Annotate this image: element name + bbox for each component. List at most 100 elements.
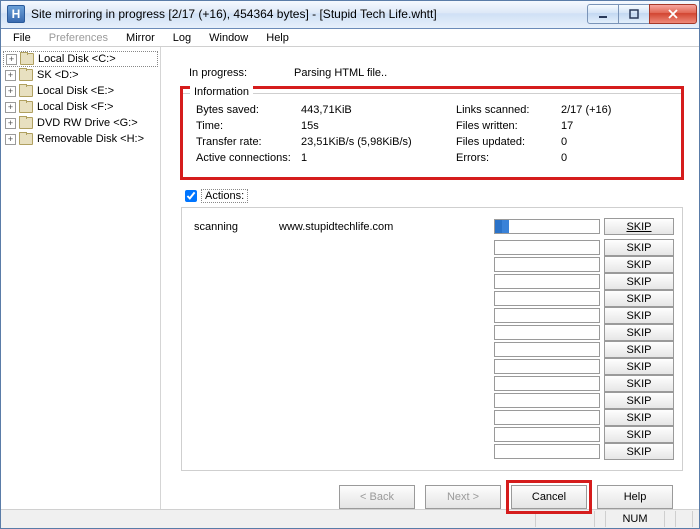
transfer-slot: SKIP — [194, 341, 674, 358]
next-button[interactable]: Next > — [425, 485, 501, 509]
progress-bar — [494, 240, 600, 255]
skip-button[interactable]: SKIP — [604, 218, 674, 235]
progress-bar — [494, 410, 600, 425]
in-progress-value: Parsing HTML file.. — [294, 67, 387, 79]
statusbar: NUM — [1, 509, 699, 528]
skip-button[interactable]: SKIP — [604, 256, 674, 273]
skip-button[interactable]: SKIP — [604, 409, 674, 426]
transfer-rate-value: 23,51KiB/s (5,98KiB/s) — [301, 136, 456, 148]
skip-button[interactable]: SKIP — [604, 290, 674, 307]
cancel-button[interactable]: Cancel — [511, 485, 587, 509]
help-button[interactable]: Help — [597, 485, 673, 509]
transfers-panel: scanning www.stupidtechlife.com SKIP SKI… — [181, 207, 683, 471]
folder-icon — [19, 101, 33, 113]
transfer-url: www.stupidtechlife.com — [279, 221, 494, 233]
actions-checkbox[interactable] — [185, 190, 197, 202]
window-title: Site mirroring in progress [2/17 (+16), … — [31, 7, 588, 21]
window-controls — [588, 4, 697, 24]
skip-button[interactable]: SKIP — [604, 392, 674, 409]
errors-value: 0 — [561, 152, 621, 164]
menu-help[interactable]: Help — [258, 30, 297, 46]
transfer-slot: SKIP — [194, 256, 674, 273]
tree-item-c[interactable]: + Local Disk <C:> — [3, 51, 158, 67]
tree-item-g[interactable]: + DVD RW Drive <G:> — [3, 115, 158, 131]
back-button[interactable]: < Back — [339, 485, 415, 509]
expand-icon[interactable]: + — [5, 86, 16, 97]
maximize-button[interactable] — [618, 4, 650, 24]
skip-button[interactable]: SKIP — [604, 358, 674, 375]
expand-icon[interactable]: + — [6, 54, 17, 65]
in-progress-row: In progress: Parsing HTML file.. — [189, 67, 683, 79]
information-legend: Information — [190, 86, 253, 98]
folder-icon — [19, 69, 33, 81]
progress-bar — [494, 427, 600, 442]
links-scanned-value: 2/17 (+16) — [561, 104, 621, 116]
transfer-rate-label: Transfer rate: — [196, 136, 301, 148]
transfer-slot: SKIP — [194, 375, 674, 392]
transfer-slot: SKIP — [194, 239, 674, 256]
skip-button[interactable]: SKIP — [604, 426, 674, 443]
active-connections-label: Active connections: — [196, 152, 301, 164]
bytes-saved-value: 443,71KiB — [301, 104, 456, 116]
tree-label: Local Disk <C:> — [38, 53, 116, 65]
folder-icon — [19, 85, 33, 97]
in-progress-label: In progress: — [189, 67, 294, 79]
main-area: + Local Disk <C:> + SK <D:> + Local Disk… — [1, 47, 699, 509]
progress-bar — [494, 444, 600, 459]
expand-icon[interactable]: + — [5, 102, 16, 113]
skip-button[interactable]: SKIP — [604, 307, 674, 324]
titlebar: H Site mirroring in progress [2/17 (+16)… — [1, 1, 699, 29]
tree-item-f[interactable]: + Local Disk <F:> — [3, 99, 158, 115]
transfer-slot: SKIP — [194, 426, 674, 443]
progress-bar — [494, 291, 600, 306]
progress-bar — [494, 308, 600, 323]
menu-mirror[interactable]: Mirror — [118, 30, 163, 46]
menu-preferences[interactable]: Preferences — [41, 30, 116, 46]
tree-item-h[interactable]: + Removable Disk <H:> — [3, 131, 158, 147]
minimize-button[interactable] — [587, 4, 619, 24]
skip-button[interactable]: SKIP — [604, 341, 674, 358]
transfer-slot: SKIP — [194, 409, 674, 426]
bytes-saved-label: Bytes saved: — [196, 104, 301, 116]
time-value: 15s — [301, 120, 456, 132]
progress-bar — [494, 393, 600, 408]
skip-button[interactable]: SKIP — [604, 443, 674, 460]
app-window: H Site mirroring in progress [2/17 (+16)… — [0, 0, 700, 529]
drive-tree: + Local Disk <C:> + SK <D:> + Local Disk… — [1, 47, 161, 509]
progress-bar — [494, 342, 600, 357]
tree-label: DVD RW Drive <G:> — [37, 117, 138, 129]
transfer-slot: SKIP — [194, 443, 674, 460]
information-group: Information Bytes saved: 443,71KiB Links… — [181, 93, 683, 179]
files-written-value: 17 — [561, 120, 621, 132]
tree-label: Local Disk <F:> — [37, 101, 113, 113]
transfer-slot: SKIP — [194, 324, 674, 341]
transfer-slot: SKIP — [194, 290, 674, 307]
transfer-slot: SKIP — [194, 273, 674, 290]
skip-button[interactable]: SKIP — [604, 273, 674, 290]
time-label: Time: — [196, 120, 301, 132]
menu-log[interactable]: Log — [165, 30, 199, 46]
transfer-slot: SKIP — [194, 307, 674, 324]
expand-icon[interactable]: + — [5, 70, 16, 81]
links-scanned-label: Links scanned: — [456, 104, 561, 116]
tree-item-e[interactable]: + Local Disk <E:> — [3, 83, 158, 99]
expand-icon[interactable]: + — [5, 118, 16, 129]
files-updated-value: 0 — [561, 136, 621, 148]
status-grip — [675, 511, 693, 527]
active-connections-value: 1 — [301, 152, 456, 164]
close-button[interactable] — [649, 4, 697, 24]
menu-file[interactable]: File — [5, 30, 39, 46]
expand-icon[interactable]: + — [5, 134, 16, 145]
tree-item-d[interactable]: + SK <D:> — [3, 67, 158, 83]
skip-button[interactable]: SKIP — [604, 239, 674, 256]
files-updated-label: Files updated: — [456, 136, 561, 148]
files-written-label: Files written: — [456, 120, 561, 132]
folder-icon — [19, 133, 33, 145]
transfer-slot: SKIP — [194, 358, 674, 375]
wizard-buttons: < Back Next > Cancel Help — [181, 471, 683, 509]
skip-button[interactable]: SKIP — [604, 375, 674, 392]
skip-button[interactable]: SKIP — [604, 324, 674, 341]
progress-bar — [494, 359, 600, 374]
menu-window[interactable]: Window — [201, 30, 256, 46]
progress-bar — [494, 325, 600, 340]
